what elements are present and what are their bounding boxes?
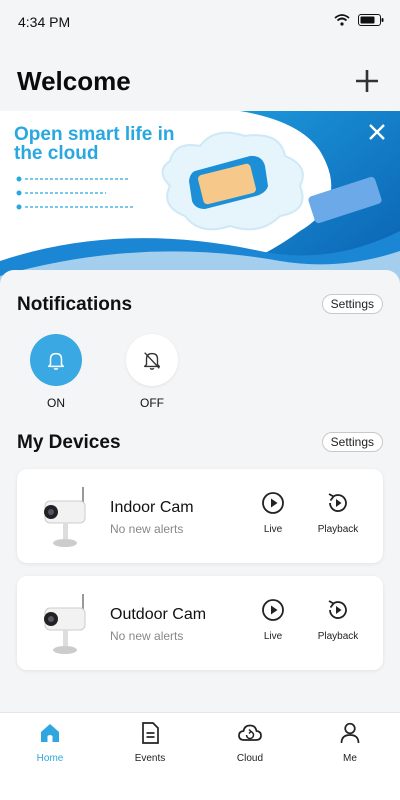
tab-events[interactable]: Events <box>115 721 185 764</box>
camera-image <box>44 487 86 547</box>
tab-label: Home <box>36 753 64 764</box>
bottom-tab-bar: Home Events Cloud Me <box>0 712 400 800</box>
tab-label: Me <box>343 753 357 764</box>
status-icons <box>334 14 384 26</box>
notifications-on-circle <box>30 334 82 386</box>
playback-button[interactable]: Playback <box>313 598 363 642</box>
tab-label: Events <box>134 753 166 764</box>
bell-off-icon <box>143 352 161 370</box>
document-icon <box>142 722 159 744</box>
home-icon <box>41 724 59 742</box>
device-status: No new alerts <box>110 522 184 536</box>
device-name: Outdoor Cam <box>110 606 207 623</box>
main-content: Notifications Settings ON OFF My Devices… <box>0 270 400 712</box>
banner-title: Open smart life in the cloud <box>14 124 175 164</box>
tab-cloud[interactable]: Cloud <box>215 721 285 764</box>
close-icon[interactable] <box>366 121 388 143</box>
battery-icon <box>358 14 384 26</box>
status-time: 4:34 PM <box>18 14 71 30</box>
tab-home[interactable]: Home <box>15 721 85 764</box>
banner-decoration-lines <box>16 176 134 210</box>
notifications-on-label: ON <box>47 396 65 410</box>
live-button[interactable]: Live <box>257 491 289 535</box>
notifications-title: Notifications <box>17 294 133 315</box>
device-name: Indoor Cam <box>110 499 194 516</box>
bell-icon <box>47 352 65 370</box>
live-label: Live <box>263 524 283 535</box>
playback-label: Playback <box>317 524 359 535</box>
live-label: Live <box>263 631 283 642</box>
play-icon <box>262 492 284 514</box>
live-button[interactable]: Live <box>257 598 289 642</box>
play-icon <box>262 599 284 621</box>
devices-settings-button[interactable]: Settings <box>321 432 383 452</box>
device-card-indoor-cam[interactable]: Indoor Cam No new alerts Live Playback <box>17 469 383 563</box>
tab-label: Cloud <box>236 753 264 764</box>
device-card-outdoor-cam[interactable]: Outdoor Cam No new alerts Live Playback <box>17 576 383 670</box>
notifications-off-toggle[interactable]: OFF <box>122 334 182 410</box>
playback-button[interactable]: Playback <box>313 491 363 535</box>
plus-icon[interactable] <box>352 66 382 96</box>
header: Welcome <box>0 58 400 108</box>
tab-me[interactable]: Me <box>315 721 385 764</box>
wifi-icon <box>334 14 350 26</box>
user-icon <box>340 722 360 744</box>
notifications-off-label: OFF <box>140 396 164 410</box>
notifications-settings-button[interactable]: Settings <box>321 294 383 314</box>
status-bar: 4:34 PM <box>0 0 400 44</box>
playback-icon <box>328 493 347 512</box>
notifications-off-circle <box>126 334 178 386</box>
camera-image <box>44 594 86 654</box>
device-status: No new alerts <box>110 629 184 643</box>
promo-banner[interactable]: Open smart life in the cloud <box>0 111 400 291</box>
cloud-icon <box>238 724 262 741</box>
my-devices-title: My Devices <box>17 432 121 453</box>
playback-icon <box>328 600 347 619</box>
page-title: Welcome <box>17 66 131 96</box>
playback-label: Playback <box>317 631 359 642</box>
notifications-on-toggle[interactable]: ON <box>26 334 86 410</box>
